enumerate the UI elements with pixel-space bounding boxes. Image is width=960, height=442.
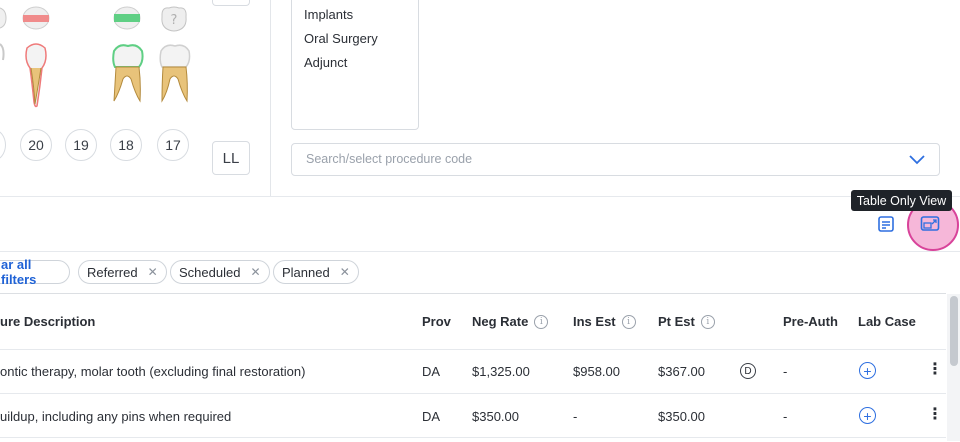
info-icon[interactable]: i xyxy=(700,314,715,329)
procedure-category-list: Implants Oral Surgery Adjunct xyxy=(291,0,419,130)
filter-chip-planned: Planned ✕ xyxy=(273,260,359,284)
column-header-pre-auth[interactable]: Pre-Auth xyxy=(783,314,838,329)
cell-pre-auth: - xyxy=(783,364,788,379)
filter-chip-scheduled: Scheduled ✕ xyxy=(170,260,270,284)
filter-chip-referred: Referred ✕ xyxy=(78,260,167,284)
add-lab-case-icon[interactable]: + xyxy=(859,407,876,424)
scrollbar-thumb[interactable] xyxy=(950,296,958,366)
tooth-icon[interactable] xyxy=(111,43,145,105)
tooth-icon[interactable] xyxy=(0,42,6,62)
info-icon[interactable]: i xyxy=(621,314,636,329)
cell-ins-est: $958.00 xyxy=(573,364,620,379)
cell-pt-est: $350.00 xyxy=(658,409,705,424)
chevron-down-icon[interactable] xyxy=(909,154,925,166)
tooth-icon[interactable] xyxy=(22,42,50,110)
info-icon[interactable]: i xyxy=(534,314,549,329)
row-divider xyxy=(0,437,946,438)
cell-pre-auth: - xyxy=(783,409,788,424)
tooth-number-17[interactable]: 17 xyxy=(157,129,189,161)
clear-all-filters-label: ar all filters xyxy=(1,257,37,287)
tooth-number-partial[interactable] xyxy=(0,129,6,161)
close-icon[interactable]: ✕ xyxy=(148,265,158,279)
procedure-search-input[interactable] xyxy=(304,151,888,167)
cell-neg-rate: $350.00 xyxy=(472,409,519,424)
tooth-number-18[interactable]: 18 xyxy=(110,129,142,161)
column-header-pt-est[interactable]: Pt Est i xyxy=(658,314,715,329)
category-item-oral-surgery[interactable]: Oral Surgery xyxy=(304,31,378,46)
close-icon[interactable]: ✕ xyxy=(250,265,260,279)
tooth-icon[interactable] xyxy=(158,43,192,105)
category-item-adjunct[interactable]: Adjunct xyxy=(304,55,347,70)
kebab-menu-icon[interactable]: ⋮ xyxy=(927,407,943,423)
tooth-number-20[interactable]: 20 xyxy=(20,129,52,161)
quadrant-button-ll[interactable]: LL xyxy=(212,141,250,175)
status-badge: D xyxy=(740,363,756,379)
toolbar-divider xyxy=(0,251,960,252)
column-header-neg-rate[interactable]: Neg Rate i xyxy=(472,314,549,329)
cell-prov: DA xyxy=(422,364,441,379)
notes-icon[interactable] xyxy=(875,213,897,235)
row-divider xyxy=(0,349,946,350)
procedure-code-select[interactable] xyxy=(291,143,940,176)
tooth-unknown-icon[interactable]: ? xyxy=(159,5,189,33)
filter-chip-label: Scheduled xyxy=(179,264,241,280)
cell-description: uildup, including any pins when required xyxy=(0,409,232,424)
cell-description: ontic therapy, molar tooth (excluding fi… xyxy=(0,364,306,379)
tooth-number-19[interactable]: 19 xyxy=(65,129,97,161)
cell-prov: DA xyxy=(422,409,441,424)
column-header-ins-est[interactable]: Ins Est i xyxy=(573,314,636,329)
cell-pt-est: $367.00 xyxy=(658,364,705,379)
column-header-lab-case[interactable]: Lab Case xyxy=(858,314,916,329)
tooth-occlusal-icon[interactable] xyxy=(113,6,141,30)
cell-neg-rate: $1,325.00 xyxy=(472,364,530,379)
tooltip-table-only-view: Table Only View xyxy=(851,190,952,211)
table-only-view-icon[interactable] xyxy=(919,213,941,235)
section-divider xyxy=(0,196,960,197)
tooth-occlusal-icon[interactable] xyxy=(0,6,8,30)
clear-all-filters-button[interactable]: ar all filters xyxy=(0,257,70,287)
row-divider xyxy=(0,393,946,394)
tooth-chart-panel: ? 20 19 18 17 LL xyxy=(0,0,271,196)
tooth-occlusal-icon[interactable] xyxy=(22,6,50,30)
add-lab-case-icon[interactable]: + xyxy=(859,362,876,379)
kebab-menu-icon[interactable]: ⋮ xyxy=(927,362,943,378)
close-icon[interactable]: ✕ xyxy=(340,265,350,279)
category-item-implants[interactable]: Implants xyxy=(304,7,353,22)
column-header-description[interactable]: ure Description xyxy=(0,314,95,329)
cell-ins-est: - xyxy=(573,409,578,424)
filter-chip-label: Planned xyxy=(282,264,330,280)
svg-text:?: ? xyxy=(171,13,178,28)
column-header-prov[interactable]: Prov xyxy=(422,314,451,329)
filter-chip-label: Referred xyxy=(87,264,138,280)
quadrant-button-upper[interactable] xyxy=(212,0,250,6)
